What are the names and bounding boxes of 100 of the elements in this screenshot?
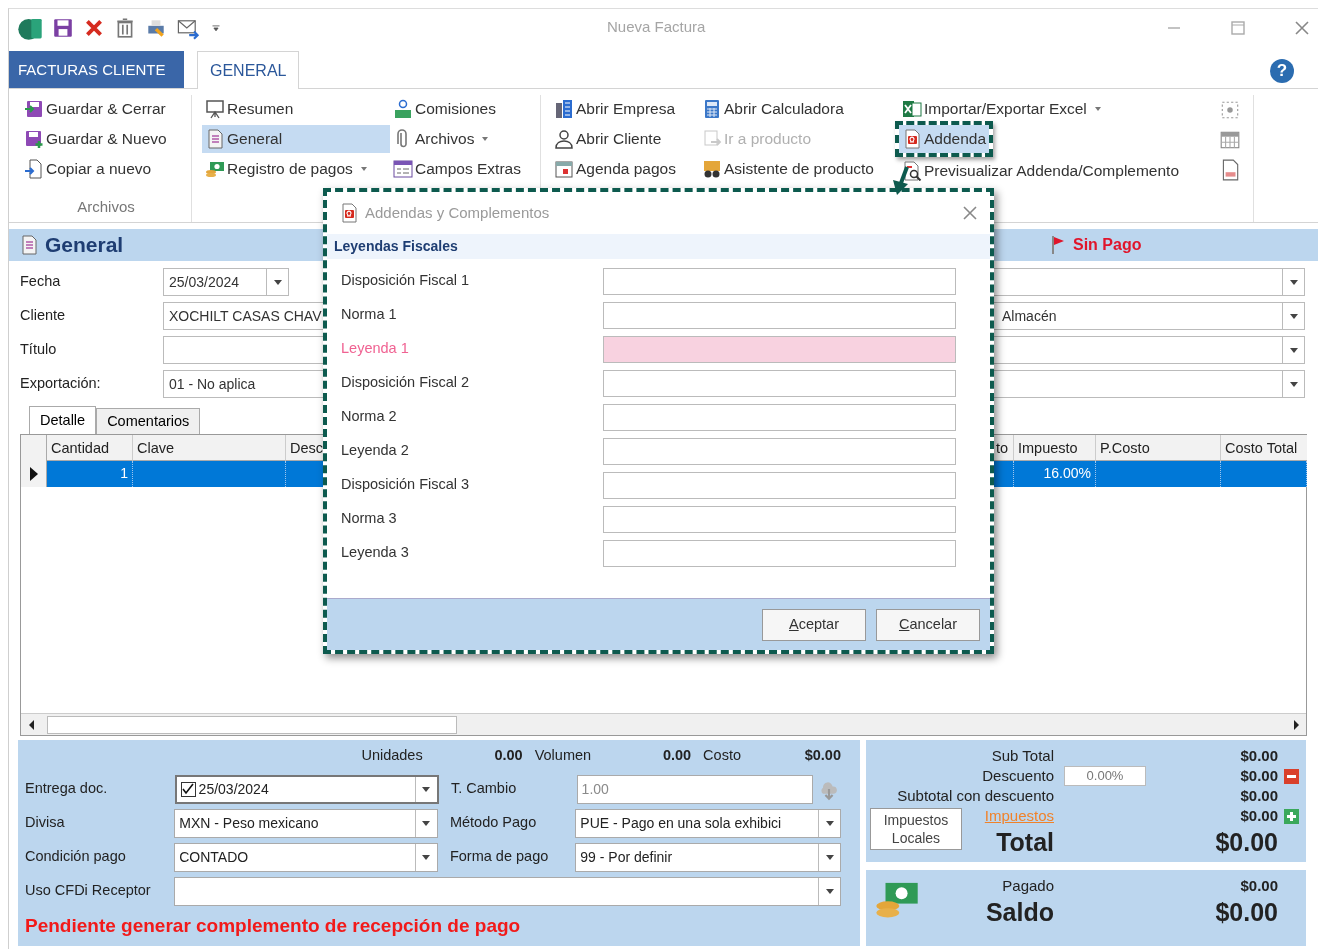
binoculars-icon: [702, 159, 722, 179]
field-label: Disposición Fiscal 2: [341, 373, 471, 393]
column-header[interactable]: to: [994, 435, 1014, 461]
checkbox[interactable]: [180, 781, 196, 797]
column-header[interactable]: Clave: [133, 435, 286, 461]
ribbon-button[interactable]: Registro de pagos: [202, 155, 390, 183]
combo-field[interactable]: [991, 336, 1305, 364]
ribbon-button[interactable]: Comisiones: [390, 95, 540, 123]
field-label: Fecha: [20, 272, 62, 292]
ribbon-button[interactable]: Previsualizar Addenda/Complemento: [899, 157, 1219, 185]
form-icon: [393, 159, 413, 179]
input-field[interactable]: [603, 437, 956, 465]
table-cell: 16.00%: [1014, 461, 1096, 487]
combo-field[interactable]: [991, 268, 1305, 296]
total-label: Descuento: [981, 766, 1054, 786]
ribbon-button[interactable]: Campos Extras: [390, 155, 540, 183]
person-icon: [554, 129, 574, 149]
ribbon-tab[interactable]: GENERAL: [197, 51, 300, 89]
ribbon-button[interactable]: General: [202, 125, 390, 153]
column-header[interactable]: P.Costo: [1096, 435, 1221, 461]
table-cell: 1: [47, 461, 133, 487]
ribbon-button[interactable]: Guardar & Cerrar: [21, 95, 191, 123]
discount-field[interactable]: 0.00%: [1064, 766, 1146, 786]
spreadsheet-icon: [902, 99, 922, 119]
combo-field[interactable]: [174, 876, 841, 906]
combo-field[interactable]: [991, 370, 1305, 398]
balance-value: $0.00: [1239, 876, 1278, 896]
addenda-document-icon: [339, 203, 359, 223]
scrollbar-thumb[interactable]: [47, 715, 457, 734]
plus-button[interactable]: [1284, 809, 1299, 824]
total-value: $0.00: [1239, 746, 1278, 766]
column-header[interactable]: Cantidad: [47, 435, 133, 461]
field-label: Título: [20, 340, 58, 360]
combo-field[interactable]: Almacén: [991, 302, 1305, 330]
document-icon: [205, 129, 225, 149]
ribbon-button[interactable]: Addenda: [899, 125, 990, 153]
field-label: T. Cambio: [450, 779, 518, 799]
save-icon[interactable]: [52, 16, 74, 39]
balance-value: $0.00: [1214, 897, 1278, 928]
ribbon-button[interactable]: Guardar & Nuevo: [21, 125, 191, 153]
ribbon-button[interactable]: Importar/Exportar Excel: [899, 95, 1219, 123]
combo-field[interactable]: PUE - Pago en una sola exhibici: [575, 808, 841, 838]
dialog-title: Addendas y Complementos: [365, 202, 550, 223]
ribbon-button[interactable]: Archivos: [390, 125, 540, 153]
calendar-icon: [554, 159, 574, 179]
warning-message: Pendiente generar complemento de recepción de pago: [25, 914, 522, 938]
row-pointer-icon: [29, 467, 38, 481]
calendar-grid-icon[interactable]: [1219, 129, 1241, 151]
date-field[interactable]: 25/03/2024: [163, 268, 289, 296]
ribbon-button[interactable]: Resumen: [202, 95, 390, 123]
balance-label: Pagado: [1001, 876, 1054, 896]
document-icon: [19, 235, 39, 255]
input-field[interactable]: [603, 539, 956, 567]
input-field[interactable]: [603, 369, 956, 397]
ribbon-button[interactable]: Copiar a nuevo: [21, 155, 191, 183]
column-header[interactable]: Costo Total: [1221, 435, 1307, 461]
ribbon-button[interactable]: Agenda pagos: [551, 155, 699, 183]
minus-button[interactable]: [1284, 769, 1299, 784]
selected-row-cell: [994, 461, 1014, 487]
ribbon-button[interactable]: Abrir Empresa: [551, 95, 699, 123]
file-tab[interactable]: FACTURAS CLIENTE: [9, 51, 184, 88]
combo-field[interactable]: CONTADO: [174, 842, 438, 872]
combo-field[interactable]: MXN - Peso mexicano: [174, 808, 438, 838]
local-taxes-button[interactable]: Impuestos Locales: [870, 808, 962, 850]
dialog-button[interactable]: Aceptar: [762, 608, 866, 641]
ribbon-button[interactable]: Abrir Calculadora: [699, 95, 899, 123]
column-header[interactable]: Impuesto: [1014, 435, 1096, 461]
presentation-board-icon: [205, 99, 225, 119]
date-field[interactable]: 25/03/2024: [174, 774, 439, 804]
caret-icon: [1094, 107, 1101, 111]
total-value: $0.00: [1214, 827, 1278, 858]
section-title: General: [45, 232, 124, 259]
addenda-document-icon: [902, 129, 922, 149]
summary-value: 0.00: [661, 746, 692, 766]
trash-icon[interactable]: [114, 16, 136, 39]
summary-label: Volumen: [534, 746, 592, 766]
input-field[interactable]: [603, 267, 956, 295]
section-header: Leyendas Fiscales: [327, 234, 990, 259]
input-field[interactable]: [603, 471, 956, 499]
document-magnifier-icon: [902, 161, 922, 181]
money-icon: [205, 159, 225, 179]
input-field[interactable]: [603, 403, 956, 431]
floppy-disk-plus-icon: [24, 129, 44, 149]
input-field[interactable]: [603, 301, 956, 329]
field-label: Disposición Fiscal 1: [341, 271, 471, 291]
ribbon-button[interactable]: Asistente de producto: [699, 155, 899, 183]
field-label: Condición pago: [25, 847, 127, 867]
input-field[interactable]: [603, 505, 956, 533]
ribbon-button[interactable]: Abrir Cliente: [551, 125, 699, 153]
field-label: Forma de pago: [449, 847, 550, 867]
dialog-button[interactable]: Cancelar: [876, 608, 980, 641]
combo-field[interactable]: 99 - Por definir: [575, 842, 841, 872]
tab[interactable]: Comentarios: [96, 408, 201, 434]
person-money-icon: [393, 99, 413, 119]
caret-icon: [482, 137, 489, 141]
tab[interactable]: Detalle: [29, 406, 97, 434]
help-button[interactable]: ?: [1270, 59, 1294, 83]
total-label: Sub Total: [990, 746, 1054, 766]
input-field[interactable]: [603, 335, 956, 363]
dotted-frame-icon[interactable]: [1219, 99, 1241, 121]
